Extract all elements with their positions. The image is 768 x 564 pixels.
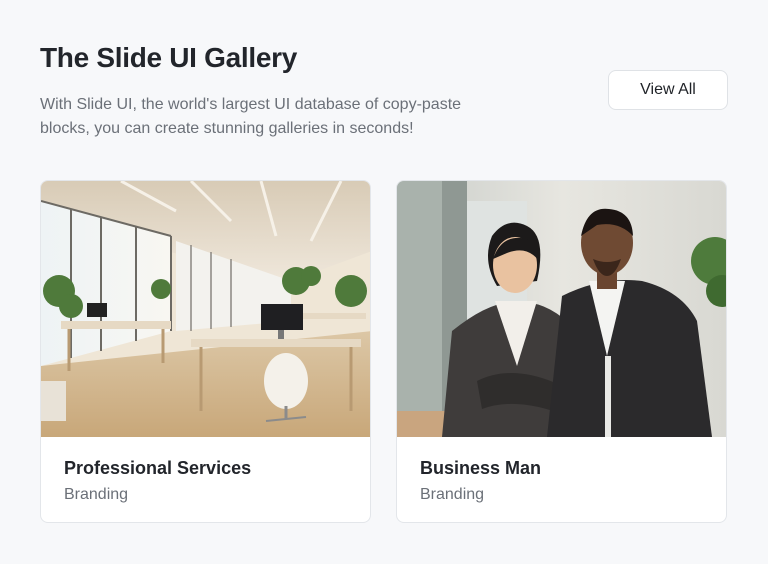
card-title[interactable]: Business Man [420, 457, 703, 479]
office-interior-image [41, 181, 370, 437]
card-category: Branding [64, 486, 129, 503]
card-category: Branding [420, 486, 485, 503]
card-body: Professional Services Branding [41, 437, 370, 522]
page-description: With Slide UI, the world's largest UI da… [40, 96, 462, 137]
card-body: Business Man Branding [397, 437, 726, 522]
card-title[interactable]: Professional Services [64, 457, 347, 479]
view-all-button[interactable]: View All [608, 70, 728, 110]
gallery-header: The Slide UI Gallery With Slide UI, the … [40, 42, 510, 141]
gallery-card-professional-services[interactable]: Professional Services Branding [40, 180, 371, 523]
gallery-card-business-man[interactable]: Business Man Branding [396, 180, 727, 523]
business-people-image [397, 181, 726, 437]
page-title: The Slide UI Gallery [40, 42, 297, 73]
